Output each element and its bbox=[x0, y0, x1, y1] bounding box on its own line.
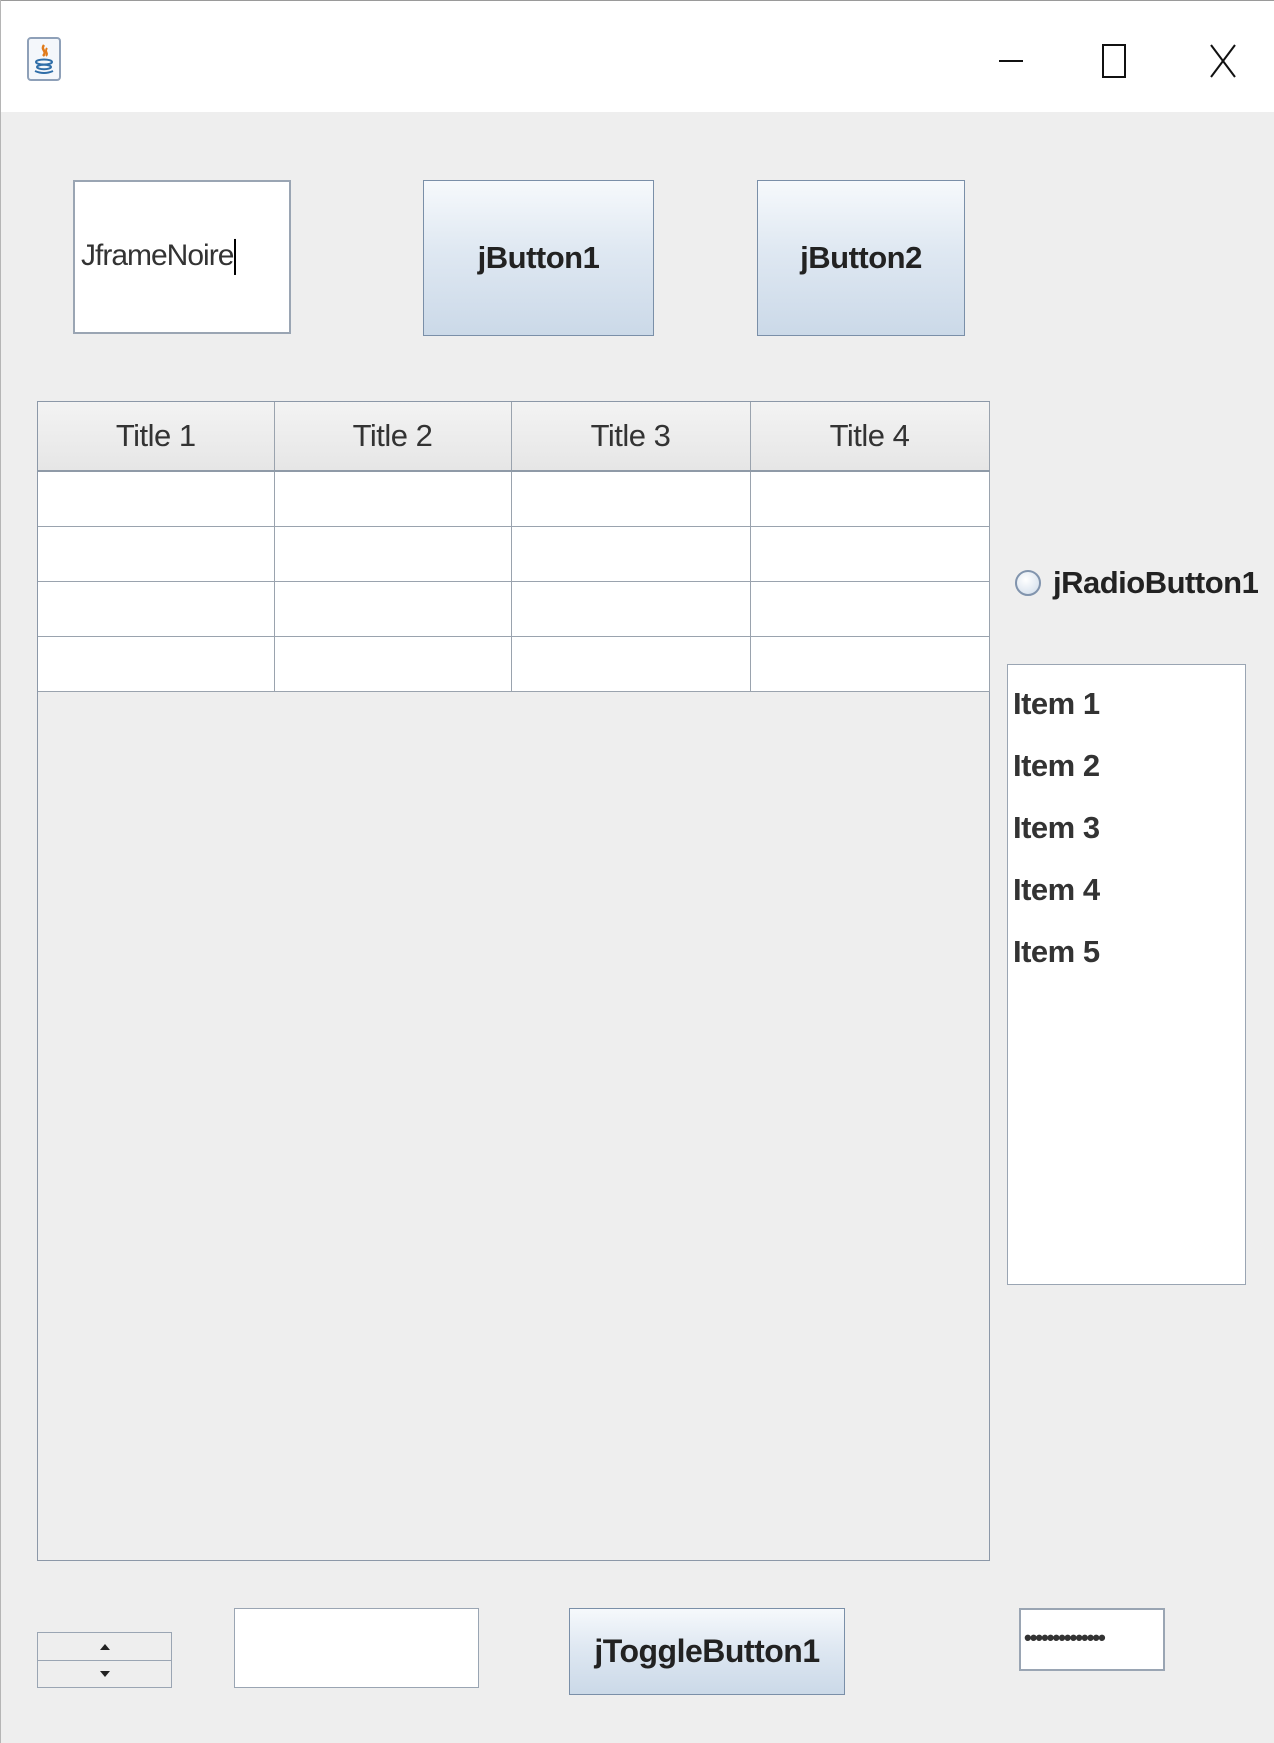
table-cell[interactable] bbox=[274, 471, 512, 527]
table-cell[interactable] bbox=[750, 581, 990, 637]
table-cell[interactable] bbox=[274, 581, 512, 637]
app-window: JframeNoire jButton1 jButton2 Title 1 Ti… bbox=[0, 0, 1274, 1743]
table-cell[interactable] bbox=[38, 526, 275, 582]
jbutton2[interactable]: jButton2 bbox=[757, 180, 965, 336]
table-cell[interactable] bbox=[38, 471, 275, 527]
radio-button[interactable]: jRadioButton1 bbox=[1015, 563, 1259, 603]
list-item[interactable]: Item 2 bbox=[1008, 735, 1245, 797]
text-caret bbox=[234, 239, 237, 276]
table-row[interactable] bbox=[38, 636, 990, 692]
list-item[interactable]: Item 1 bbox=[1008, 673, 1245, 735]
list-item[interactable]: Item 3 bbox=[1008, 797, 1245, 859]
list-item[interactable]: Item 5 bbox=[1008, 921, 1245, 983]
table-cell[interactable] bbox=[750, 471, 990, 527]
jbutton1[interactable]: jButton1 bbox=[423, 180, 654, 336]
table-cell[interactable] bbox=[511, 581, 751, 637]
radio-label[interactable]: jRadioButton1 bbox=[1053, 565, 1259, 601]
spinner[interactable] bbox=[37, 1632, 172, 1688]
jtogglebutton1[interactable]: jToggleButton1 bbox=[569, 1608, 845, 1695]
column-header[interactable]: Title 4 bbox=[750, 402, 990, 472]
radio-circle-icon[interactable] bbox=[1015, 570, 1041, 596]
column-header[interactable]: Title 1 bbox=[38, 402, 275, 472]
title-bar bbox=[1, 0, 1274, 112]
close-icon[interactable] bbox=[1203, 41, 1243, 81]
table-cell[interactable] bbox=[750, 526, 990, 582]
column-header[interactable]: Title 2 bbox=[274, 402, 512, 472]
item-list[interactable]: Item 1 Item 2 Item 3 Item 4 Item 5 bbox=[1007, 664, 1246, 1285]
table-row[interactable] bbox=[38, 581, 990, 637]
table-cell[interactable] bbox=[274, 636, 512, 692]
password-field[interactable]: •••••••••••••• bbox=[1019, 1608, 1165, 1671]
arrow-up-icon[interactable] bbox=[38, 1633, 171, 1661]
text-field-bottom[interactable] bbox=[234, 1608, 479, 1688]
table-header-row: Title 1 Title 2 Title 3 Title 4 bbox=[38, 402, 990, 472]
table-cell[interactable] bbox=[274, 526, 512, 582]
java-app-icon[interactable] bbox=[27, 37, 61, 81]
table-cell[interactable] bbox=[750, 636, 990, 692]
table-row[interactable] bbox=[38, 471, 990, 527]
text-field-top-value: JframeNoire bbox=[81, 238, 234, 272]
arrow-down-icon[interactable] bbox=[38, 1660, 171, 1687]
minimize-icon[interactable] bbox=[991, 41, 1031, 81]
table-row[interactable] bbox=[38, 526, 990, 582]
table-cell[interactable] bbox=[511, 471, 751, 527]
table-cell[interactable] bbox=[38, 636, 275, 692]
maximize-icon[interactable] bbox=[1095, 41, 1135, 81]
column-header[interactable]: Title 3 bbox=[511, 402, 751, 472]
table-scroll-pane[interactable]: Title 1 Title 2 Title 3 Title 4 bbox=[37, 401, 990, 1561]
list-item[interactable]: Item 4 bbox=[1008, 859, 1245, 921]
table-cell[interactable] bbox=[511, 526, 751, 582]
table-cell[interactable] bbox=[38, 581, 275, 637]
table-cell[interactable] bbox=[511, 636, 751, 692]
text-field-top[interactable]: JframeNoire bbox=[73, 180, 291, 334]
data-table[interactable]: Title 1 Title 2 Title 3 Title 4 bbox=[38, 402, 990, 692]
